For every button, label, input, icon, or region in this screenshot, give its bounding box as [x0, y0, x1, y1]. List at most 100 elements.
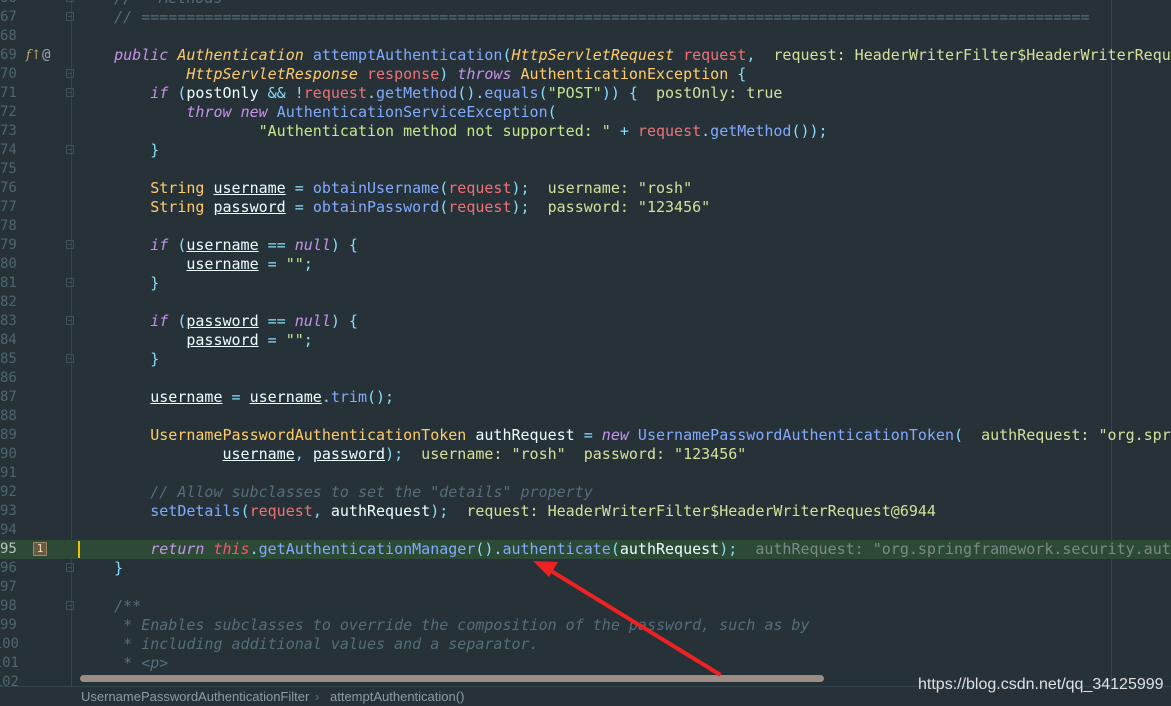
line-code[interactable]: setDetails(request, authRequest); reques…	[78, 502, 1171, 521]
code-line[interactable]: 99 * Enables subclasses to override the …	[0, 616, 1171, 635]
line-code[interactable]: * including additional values and a sepa…	[78, 635, 1171, 654]
line-code[interactable]: if (postOnly && !request.getMethod().equ…	[78, 84, 1171, 103]
line-number[interactable]: 67	[0, 8, 19, 27]
code-line[interactable]: 86	[0, 369, 1171, 388]
line-code[interactable]: }	[78, 141, 1171, 160]
fold-toggle-icon[interactable]	[66, 563, 74, 572]
code-line-execution-point[interactable]: 95 1 return this.getAuthenticationManager…	[0, 540, 1171, 559]
code-line[interactable]: 84 password = "";	[0, 331, 1171, 350]
fold-toggle-icon[interactable]	[66, 601, 74, 610]
code-line[interactable]: 92 // Allow subclasses to set the "detai…	[0, 483, 1171, 502]
line-number[interactable]: 77	[0, 198, 19, 217]
line-code[interactable]: username, password); username: "rosh" pa…	[78, 445, 1171, 464]
line-code[interactable]: // Allow subclasses to set the "details"…	[78, 483, 1171, 502]
implementing-method-icon[interactable]: f↑	[26, 46, 42, 65]
line-number[interactable]: 69	[0, 46, 19, 65]
line-code[interactable]: * <p>	[78, 654, 1171, 673]
code-line[interactable]: 67 // ==================================…	[0, 8, 1171, 27]
breadcrumb-class[interactable]: UsernamePasswordAuthenticationFilter	[81, 687, 309, 706]
code-line[interactable]: 66 // Methods	[0, 0, 1171, 8]
fold-toggle-icon[interactable]	[66, 145, 74, 154]
line-number[interactable]: 94	[0, 521, 19, 540]
breakpoint-marker-icon[interactable]: 1	[33, 542, 47, 556]
code-line[interactable]: 68	[0, 27, 1171, 46]
code-line[interactable]: 98 /**	[0, 597, 1171, 616]
line-code[interactable]: UsernamePasswordAuthenticationToken auth…	[78, 426, 1171, 445]
line-number[interactable]: 85	[0, 350, 19, 369]
fold-toggle-icon[interactable]	[66, 69, 74, 78]
code-editor[interactable]: 66 // Methods67 // =====================…	[0, 0, 1171, 686]
fold-toggle-icon[interactable]	[66, 316, 74, 325]
code-line[interactable]: 77 String password = obtainPassword(requ…	[0, 198, 1171, 217]
line-number[interactable]: 79	[0, 236, 19, 255]
fold-toggle-icon[interactable]	[66, 88, 74, 97]
line-number[interactable]: 95	[0, 540, 19, 559]
line-number[interactable]: 70	[0, 65, 19, 84]
line-code[interactable]: String password = obtainPassword(request…	[78, 198, 1171, 217]
line-number[interactable]: 96	[0, 559, 19, 578]
fold-toggle-icon[interactable]	[66, 278, 74, 287]
line-code[interactable]: username = username.trim();	[78, 388, 1171, 407]
fold-toggle-icon[interactable]	[66, 354, 74, 363]
code-lines[interactable]: 66 // Methods67 // =====================…	[0, 0, 1171, 686]
code-line[interactable]: 79 if (username == null) {	[0, 236, 1171, 255]
line-number[interactable]: 91	[0, 464, 19, 483]
line-number[interactable]: 88	[0, 407, 19, 426]
line-number[interactable]: 75	[0, 160, 19, 179]
line-number[interactable]: 98	[0, 597, 19, 616]
code-line[interactable]: 80 username = "";	[0, 255, 1171, 274]
line-code[interactable]: String username = obtainUsername(request…	[78, 179, 1171, 198]
horizontal-scrollbar[interactable]	[80, 675, 824, 682]
code-line[interactable]: 83 if (password == null) {	[0, 312, 1171, 331]
line-number[interactable]: 93	[0, 502, 19, 521]
line-code[interactable]: return this.getAuthenticationManager().a…	[78, 540, 1171, 559]
line-number[interactable]: 76	[0, 179, 19, 198]
line-number[interactable]: 72	[0, 103, 19, 122]
line-number[interactable]: 84	[0, 331, 19, 350]
fold-toggle-icon[interactable]	[66, 12, 74, 21]
line-number[interactable]: 73	[0, 122, 19, 141]
code-line[interactable]: 97	[0, 578, 1171, 597]
line-number[interactable]: 102	[0, 673, 19, 686]
code-line[interactable]: 69 f↑ @ public Authentication attemptAuthe…	[0, 46, 1171, 65]
line-code[interactable]: username = "";	[78, 255, 1171, 274]
line-number[interactable]: 81	[0, 274, 19, 293]
line-code[interactable]: // Methods	[78, 0, 1171, 8]
code-line[interactable]: 81 }	[0, 274, 1171, 293]
line-code[interactable]: // =====================================…	[78, 8, 1171, 27]
code-line[interactable]: 72 throw new AuthenticationServiceExcept…	[0, 103, 1171, 122]
line-number[interactable]: 89	[0, 426, 19, 445]
code-line[interactable]: 96 }	[0, 559, 1171, 578]
code-line[interactable]: 78	[0, 217, 1171, 236]
line-code[interactable]: password = "";	[78, 331, 1171, 350]
line-number[interactable]: 92	[0, 483, 19, 502]
fold-toggle-icon[interactable]	[66, 0, 74, 2]
code-line[interactable]: 74 }	[0, 141, 1171, 160]
line-number[interactable]: 97	[0, 578, 19, 597]
code-line[interactable]: 93 setDetails(request, authRequest); req…	[0, 502, 1171, 521]
line-code[interactable]: "Authentication method not supported: " …	[78, 122, 1171, 141]
code-line[interactable]: 89 UsernamePasswordAuthenticationToken a…	[0, 426, 1171, 445]
fold-toggle-icon[interactable]	[66, 240, 74, 249]
line-code[interactable]: /**	[78, 597, 1171, 616]
line-number[interactable]: 74	[0, 141, 19, 160]
line-number[interactable]: 78	[0, 217, 19, 236]
code-line[interactable]: 82	[0, 293, 1171, 312]
code-line[interactable]: 101 * <p>	[0, 654, 1171, 673]
line-number[interactable]: 99	[0, 616, 19, 635]
code-line[interactable]: 100 * including additional values and a …	[0, 635, 1171, 654]
line-code[interactable]: }	[78, 274, 1171, 293]
line-code[interactable]: throw new AuthenticationServiceException…	[78, 103, 1171, 122]
code-line[interactable]: 90 username, password); username: "rosh"…	[0, 445, 1171, 464]
breadcrumb-method[interactable]: attemptAuthentication()	[330, 687, 464, 706]
line-number[interactable]: 66	[0, 0, 19, 8]
line-code[interactable]: }	[78, 350, 1171, 369]
annotation-icon[interactable]: @	[42, 46, 50, 65]
code-line[interactable]: 88	[0, 407, 1171, 426]
code-line[interactable]: 94	[0, 521, 1171, 540]
code-line[interactable]: 85 }	[0, 350, 1171, 369]
line-code[interactable]: HttpServletResponse response) throws Aut…	[78, 65, 1171, 84]
line-number[interactable]: 100	[0, 635, 19, 654]
code-line[interactable]: 87 username = username.trim();	[0, 388, 1171, 407]
line-number[interactable]: 87	[0, 388, 19, 407]
